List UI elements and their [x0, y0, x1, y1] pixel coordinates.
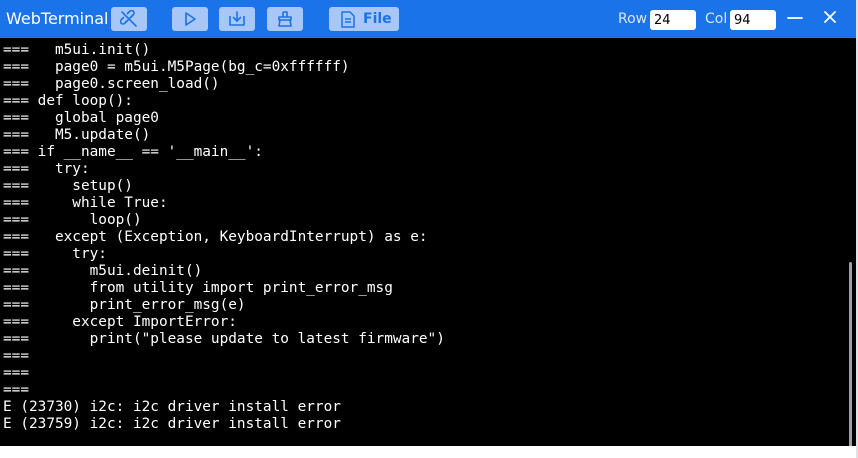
close-button[interactable]: [820, 9, 840, 29]
download-icon: [228, 10, 246, 28]
terminal-line: === try:: [3, 246, 107, 262]
run-button[interactable]: [172, 7, 208, 31]
terminal-line: ===: [3, 382, 29, 398]
terminal-line: === while True:: [3, 195, 168, 211]
terminal-line: === m5ui.deinit(): [3, 263, 203, 279]
terminal-line: === except ImportError:: [3, 314, 237, 330]
terminal-line: === from utility import print_error_msg: [3, 280, 393, 296]
terminal-line: ===: [3, 365, 29, 381]
unlink-icon: [120, 10, 138, 28]
terminal-line: === except (Exception, KeyboardInterrupt…: [3, 229, 428, 245]
terminal-scrollbar[interactable]: [849, 262, 852, 450]
background-page: [0, 446, 858, 458]
terminal-line: === page0.screen_load(): [3, 76, 220, 92]
terminal-line: === loop(): [3, 212, 142, 228]
terminal-line: === global page0: [3, 110, 159, 126]
terminal-line: ===: [3, 348, 29, 364]
row-input[interactable]: [650, 10, 696, 30]
file-icon: [341, 10, 355, 28]
clear-icon: [276, 10, 294, 28]
terminal-line: === print("please update to latest firmw…: [3, 331, 445, 347]
minimize-button[interactable]: [785, 9, 805, 29]
terminal-line: === def loop():: [3, 93, 133, 109]
close-icon: [822, 9, 838, 29]
terminal-output[interactable]: === m5ui.init() === page0 = m5ui.M5Page(b…: [0, 38, 856, 446]
terminal-line: === m5ui.init(): [3, 42, 151, 58]
terminal-line: === setup(): [3, 178, 133, 194]
minimize-icon: [787, 9, 803, 29]
terminal-line: E (23730) i2c: i2c driver install error: [3, 399, 341, 415]
row-label: Row: [618, 11, 648, 27]
terminal-line: === try:: [3, 161, 90, 177]
play-icon: [181, 10, 199, 28]
title-bar: WebTerminal File Row 24 Col 94: [0, 0, 856, 38]
clear-button[interactable]: [267, 7, 303, 31]
col-input[interactable]: [730, 10, 776, 30]
terminal-line: === if __name__ == '__main__':: [3, 144, 263, 160]
file-button-label: File: [363, 11, 392, 27]
disconnect-button[interactable]: [111, 7, 147, 31]
window-title: WebTerminal: [6, 9, 109, 28]
terminal-line: === print_error_msg(e): [3, 297, 246, 313]
file-button[interactable]: File: [329, 7, 399, 31]
web-terminal-window: WebTerminal File Row 24 Col 94 === m5ui.…: [0, 0, 856, 458]
terminal-line: === page0 = m5ui.M5Page(bg_c=0xffffff): [3, 59, 350, 75]
col-label: Col: [705, 11, 728, 27]
terminal-line: === M5.update(): [3, 127, 151, 143]
download-button[interactable]: [219, 7, 255, 31]
terminal-line: E (23759) i2c: i2c driver install error: [3, 416, 341, 432]
